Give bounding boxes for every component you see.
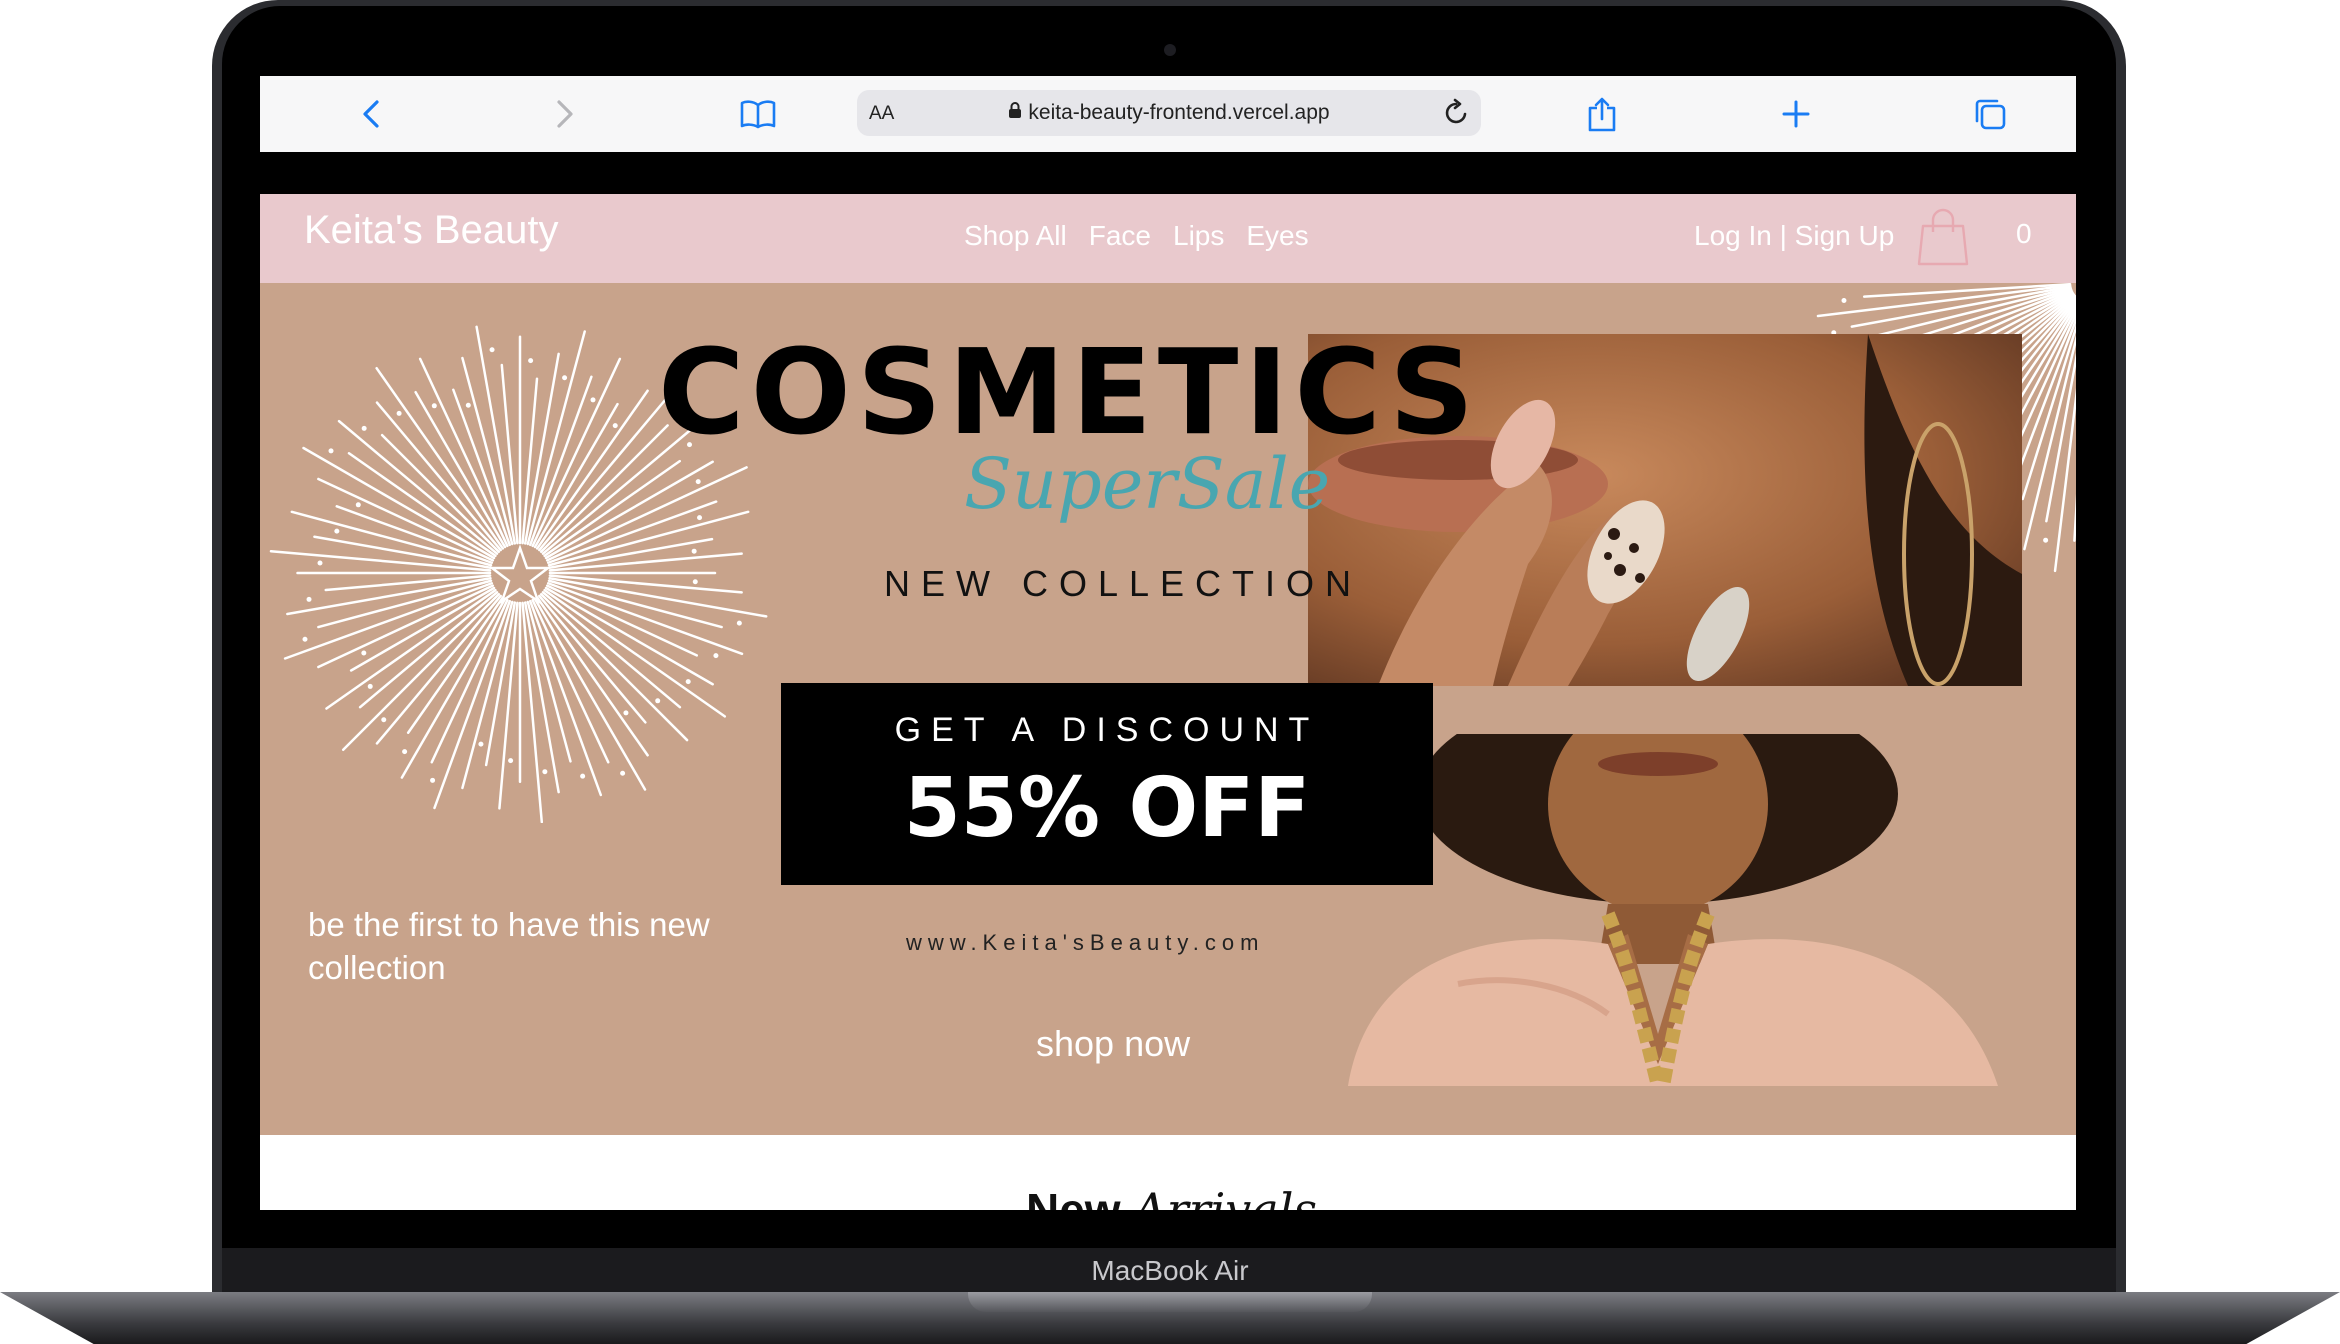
camera — [1164, 44, 1176, 56]
reload-icon[interactable] — [1441, 98, 1471, 133]
url-text[interactable]: keita-beauty-frontend.vercel.app — [857, 101, 1481, 125]
browser-screen: AA keita-beauty-frontend.vercel.app Keit… — [260, 76, 2076, 1210]
cart-count[interactable]: 0 — [2016, 218, 2032, 250]
plus-icon[interactable] — [1772, 90, 1820, 138]
nav-eyes[interactable]: Eyes — [1246, 220, 1308, 252]
login-signup-link[interactable]: Log In | Sign Up — [1694, 220, 1894, 252]
hero-title: COSMETICS — [658, 323, 1481, 461]
discount-box: GET A DISCOUNT 55% OFF — [781, 683, 1433, 885]
hero-tagline: be the first to have this new collection — [308, 906, 710, 986]
site-navbar: Keita's Beauty Shop All Face Lips Eyes L… — [260, 194, 2076, 283]
nav-face[interactable]: Face — [1089, 220, 1151, 252]
tabs-icon[interactable] — [1966, 90, 2014, 138]
shopping-bag-icon[interactable] — [1917, 208, 1969, 273]
hero-subtitle: NEW COLLECTION — [884, 563, 1363, 604]
nav-shop-all[interactable]: Shop All — [964, 220, 1067, 252]
url-label: keita-beauty-frontend.vercel.app — [1028, 101, 1330, 124]
hero-banner[interactable]: COSMETICS SuperSale NEW COLLECTION GET A… — [260, 283, 2076, 1135]
hero-website: www.Keita'sBeauty.com — [906, 930, 1265, 955]
lock-icon — [1008, 101, 1022, 125]
chevron-right-icon[interactable] — [540, 90, 588, 138]
device-model-label: MacBook Air — [1091, 1255, 1249, 1286]
browser-toolbar: AA keita-beauty-frontend.vercel.app — [260, 76, 2076, 152]
new-arrivals-section: New Arrivals — [260, 1135, 2076, 1210]
discount-value: 55% OFF — [903, 761, 1311, 856]
chevron-left-icon[interactable] — [348, 90, 396, 138]
share-icon[interactable] — [1578, 90, 1626, 138]
section-title: New Arrivals — [1026, 1183, 1317, 1210]
discount-label: GET A DISCOUNT — [894, 711, 1320, 749]
nav-lips[interactable]: Lips — [1173, 220, 1224, 252]
nav-links: Shop All Face Lips Eyes — [964, 220, 1309, 252]
section-title-italic: Arrivals — [1133, 1183, 1318, 1210]
hero-script-text: SuperSale — [964, 443, 1331, 525]
shop-now-button[interactable]: shop now — [1036, 1023, 1190, 1065]
section-title-bold: New — [1026, 1184, 1121, 1210]
brand-logo[interactable]: Keita's Beauty — [304, 208, 558, 253]
hinge-notch — [968, 1292, 1372, 1312]
book-icon[interactable] — [734, 90, 782, 138]
page-top-strip — [260, 152, 2076, 194]
address-bar[interactable]: AA keita-beauty-frontend.vercel.app — [857, 90, 1481, 136]
